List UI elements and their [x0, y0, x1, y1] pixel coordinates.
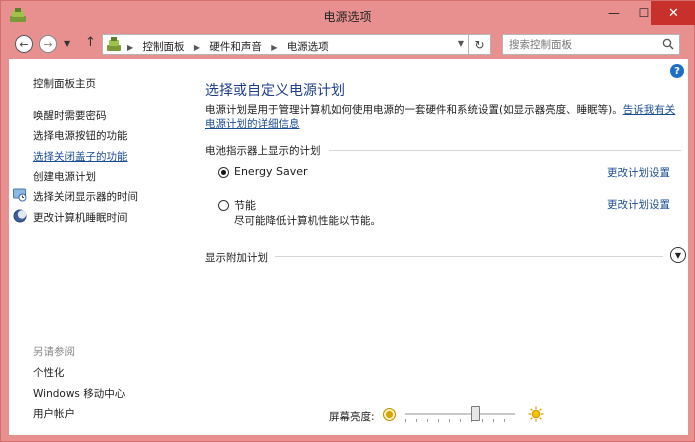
brightness-slider-ticks: [405, 419, 515, 422]
search-icon[interactable]: [662, 38, 674, 50]
control-panel-icon: [107, 37, 121, 51]
breadcrumb-separator-icon[interactable]: ▶: [271, 43, 277, 52]
battery-meter-group-heading: 电池指示器上显示的计划: [205, 145, 321, 157]
plan-radio-energy-saver[interactable]: [218, 167, 229, 178]
sidebar: 控制面板主页 唤醒时需要密码 选择电源按钮的功能 选择关闭盖子的功能 创建电源计…: [9, 59, 189, 435]
minimize-button[interactable]: —: [599, 1, 629, 25]
window-title: 电源选项: [323, 10, 372, 24]
bright-sun-icon: [528, 406, 544, 422]
breadcrumb-item-hardware-sound[interactable]: 硬件和声音: [209, 41, 262, 53]
change-plan-settings-link[interactable]: 更改计划设置: [607, 197, 670, 212]
plan-name-energy-saver[interactable]: Energy Saver: [234, 165, 308, 178]
address-bar[interactable]: ▶ 控制面板 ▶ 硬件和声音 ▶ 电源选项 ▼: [102, 34, 469, 55]
plan-radio-power-saver[interactable]: [218, 200, 229, 211]
up-arrow-icon[interactable]: ↑: [85, 35, 96, 50]
help-icon[interactable]: ?: [670, 64, 684, 78]
brightness-slider-track[interactable]: [405, 413, 515, 415]
refresh-icon[interactable]: ↻: [469, 34, 491, 55]
group-divider: [329, 150, 681, 151]
forward-arrow-icon[interactable]: →: [39, 35, 57, 53]
chevron-down-icon[interactable]: ▼: [670, 247, 686, 263]
sidebar-item-require-password[interactable]: 唤醒时需要密码: [33, 108, 107, 123]
search-input[interactable]: [509, 37, 654, 52]
recent-locations-chevron-icon[interactable]: ▼: [64, 39, 70, 48]
description-text: 电源计划是用于管理计算机如何使用电源的一套硬件和系统设置(如显示器亮度、睡眠等)…: [205, 104, 623, 116]
title-bar[interactable]: 电源选项 — ☐ ✕: [1, 1, 695, 31]
address-dropdown-icon[interactable]: ▼: [458, 39, 464, 48]
see-also-heading: 另请参阅: [33, 346, 75, 358]
back-arrow-icon[interactable]: ←: [15, 35, 33, 53]
search-box[interactable]: [502, 34, 680, 55]
brightness-control: 屏幕亮度:: [329, 406, 559, 426]
breadcrumb-separator-icon[interactable]: ▶: [127, 43, 133, 52]
sidebar-item-sleep-time[interactable]: 更改计算机睡眠时间: [33, 210, 128, 225]
sidebar-item-control-panel-home[interactable]: 控制面板主页: [33, 76, 96, 91]
group-divider: [275, 256, 663, 257]
navigation-bar: ← → ▼ ↑ ▶ 控制面板 ▶ 硬件和声音 ▶ 电源选项 ▼ ↻: [1, 31, 694, 59]
brightness-slider-thumb[interactable]: [470, 406, 480, 421]
display-clock-icon: [13, 188, 27, 202]
close-button[interactable]: ✕: [651, 1, 695, 25]
page-title: 选择或自定义电源计划: [205, 83, 345, 99]
breadcrumb-item-power-options[interactable]: 电源选项: [287, 41, 329, 53]
sidebar-item-power-button[interactable]: 选择电源按钮的功能: [33, 128, 128, 143]
breadcrumb-separator-icon[interactable]: ▶: [194, 43, 200, 52]
sleep-moon-icon: [13, 209, 27, 223]
plan-description-power-saver: 尽可能降低计算机性能以节能。: [234, 215, 381, 227]
breadcrumb: ▶ 控制面板 ▶ 硬件和声音 ▶ 电源选项: [127, 39, 335, 54]
power-options-window: 电源选项 — ☐ ✕ ← → ▼ ↑ ▶ 控制面板 ▶ 硬件和声音 ▶ 电源选项…: [0, 0, 695, 442]
breadcrumb-item-control-panel[interactable]: 控制面板: [143, 41, 185, 53]
sidebar-item-close-lid[interactable]: 选择关闭盖子的功能: [33, 149, 128, 164]
see-also-mobility-center[interactable]: Windows 移动中心: [33, 386, 125, 401]
content-area: 控制面板主页 唤醒时需要密码 选择电源按钮的功能 选择关闭盖子的功能 创建电源计…: [9, 59, 688, 435]
sidebar-item-turn-off-display[interactable]: 选择关闭显示器的时间: [33, 189, 138, 204]
see-also-personalization[interactable]: 个性化: [33, 365, 65, 380]
main-panel: ? 选择或自定义电源计划 电源计划是用于管理计算机如何使用电源的一套硬件和系统设…: [205, 59, 688, 435]
page-description: 电源计划是用于管理计算机如何使用电源的一套硬件和系统设置(如显示器亮度、睡眠等)…: [205, 103, 683, 131]
dim-sun-icon: [384, 409, 395, 420]
additional-plans-heading[interactable]: 显示附加计划: [205, 250, 268, 265]
see-also-user-accounts[interactable]: 用户帐户: [33, 406, 75, 421]
change-plan-settings-link[interactable]: 更改计划设置: [607, 165, 670, 180]
plan-name-power-saver[interactable]: 节能: [234, 197, 256, 213]
sidebar-item-create-plan[interactable]: 创建电源计划: [33, 169, 96, 184]
brightness-label: 屏幕亮度:: [329, 411, 375, 423]
